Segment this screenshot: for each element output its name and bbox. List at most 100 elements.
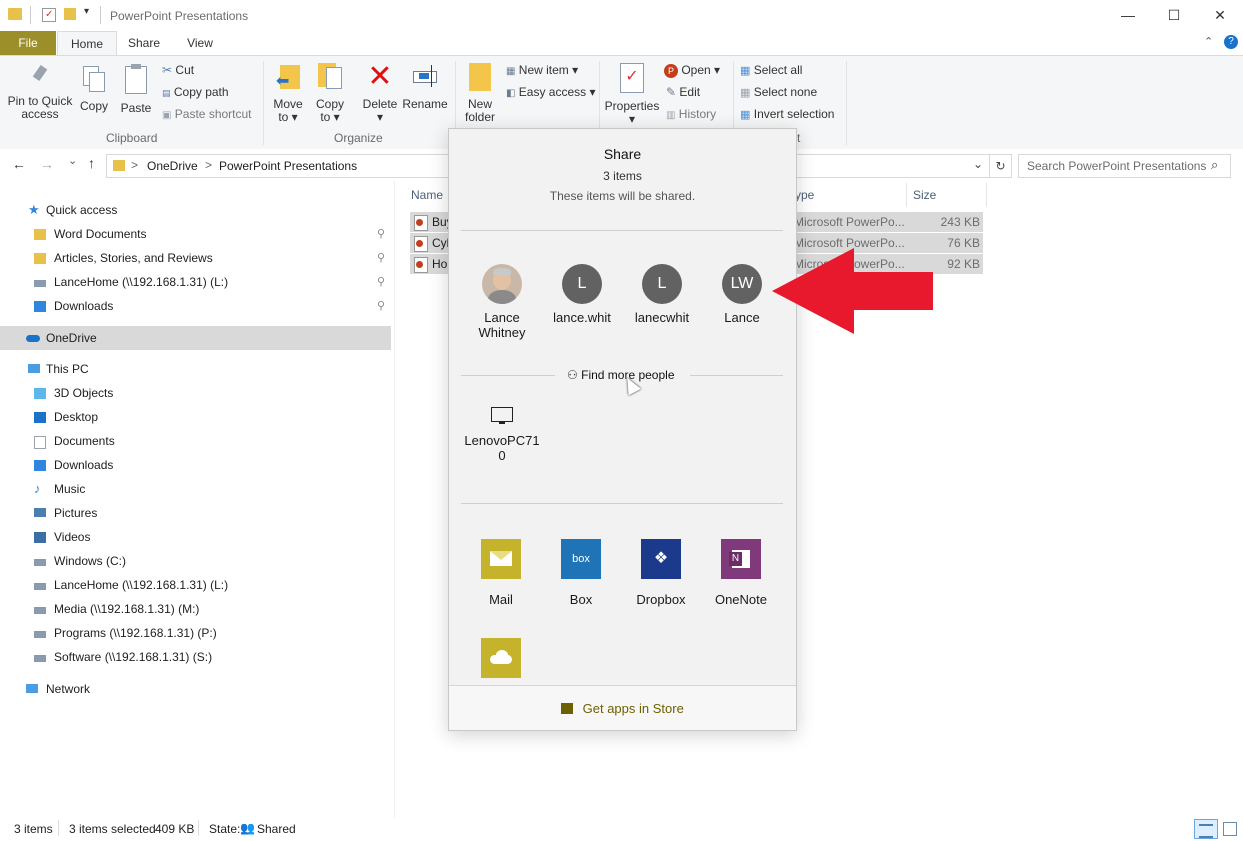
videos-icon xyxy=(34,532,46,543)
forward-button[interactable]: → xyxy=(40,156,54,172)
nav-music[interactable]: ♪ Music xyxy=(0,477,391,501)
onedrive-cloud-icon xyxy=(26,335,40,342)
nav-onedrive[interactable]: OneDrive xyxy=(0,326,391,350)
edit-button[interactable]: ✎ Edit xyxy=(666,82,700,102)
app-dropbox[interactable]: ❖ Dropbox xyxy=(621,539,701,607)
contact-lanecwhit[interactable]: L lanecwhit xyxy=(621,264,703,325)
search-icon: ⌕ xyxy=(1211,157,1219,172)
tab-file[interactable]: File xyxy=(0,31,56,55)
paste-shortcut-button[interactable]: ▣ Paste shortcut xyxy=(162,104,252,124)
nearby-device-lenovopc710[interactable]: LenovoPC71 0 xyxy=(461,407,543,463)
pictures-icon xyxy=(34,508,46,517)
minimize-button[interactable]: — xyxy=(1105,0,1151,31)
tab-share[interactable]: Share xyxy=(120,31,168,55)
cut-button[interactable]: ✂ Cut xyxy=(162,60,194,80)
customize-qat-icon[interactable]: ▾ xyxy=(84,6,89,17)
copy-path-button[interactable]: ▤ Copy path xyxy=(162,82,229,102)
pin-icon[interactable]: ⚲ xyxy=(377,222,385,246)
tab-view[interactable]: View xyxy=(178,31,222,55)
details-view-button[interactable] xyxy=(1194,819,1218,839)
recent-locations-button[interactable]: ⌄ xyxy=(68,154,77,167)
nav-word-documents[interactable]: Word Documents ⚲ xyxy=(0,222,391,246)
select-all-button[interactable]: ▦ Select all xyxy=(740,60,802,80)
folder-icon xyxy=(34,253,46,264)
search-input[interactable]: Search PowerPoint Presentations xyxy=(1027,159,1206,173)
maximize-button[interactable]: ☐ xyxy=(1151,0,1197,31)
pin-label-line2: access xyxy=(21,107,59,121)
app-onedrive[interactable] xyxy=(461,638,541,691)
rename-button[interactable]: Rename xyxy=(402,63,448,111)
open-button[interactable]: P Open ▾ xyxy=(664,60,720,80)
copy-to-button[interactable]: Copy to ▾ xyxy=(312,63,348,124)
divider xyxy=(30,6,31,24)
new-item-button[interactable]: ▦ New item ▾ xyxy=(506,60,578,80)
copy-path-label: Copy path xyxy=(173,85,229,99)
app-onenote[interactable]: N OneNote xyxy=(701,539,781,607)
column-header-size[interactable]: Size xyxy=(913,188,936,202)
paste-button[interactable]: Paste xyxy=(118,64,154,115)
tab-home[interactable]: Home xyxy=(57,31,117,56)
pin-quick-access-button[interactable]: Pin to Quick access xyxy=(4,64,76,121)
history-button[interactable]: ▥ History xyxy=(666,104,716,124)
up-button[interactable]: ↑ xyxy=(88,155,95,171)
nav-articles[interactable]: Articles, Stories, and Reviews ⚲ xyxy=(0,246,391,270)
copy-button[interactable]: Copy xyxy=(76,66,112,113)
new-folder-button[interactable]: New folder xyxy=(460,63,500,124)
invert-selection-button[interactable]: ▦ Invert selection xyxy=(740,104,834,124)
properties-quick-icon[interactable]: ✓ xyxy=(42,8,56,22)
nav-documents[interactable]: Documents xyxy=(0,429,391,453)
nav-downloads-qa[interactable]: Downloads ⚲ xyxy=(0,294,391,318)
pin-icon[interactable]: ⚲ xyxy=(377,246,385,270)
help-icon[interactable]: ? xyxy=(1224,35,1238,49)
nav-network[interactable]: Network xyxy=(0,677,391,701)
download-icon xyxy=(34,301,46,312)
contact-lance-whitney[interactable]: Lance Whitney xyxy=(461,264,543,340)
properties-dropdown-arrow: ▾ xyxy=(628,112,636,126)
easy-access-button[interactable]: ◧ Easy access ▾ xyxy=(506,82,596,102)
pin-icon[interactable]: ⚲ xyxy=(377,294,385,318)
back-button[interactable]: ← xyxy=(12,156,26,172)
move-to-button[interactable]: ⬅ Move to ▾ xyxy=(270,63,306,124)
expand-ribbon-icon[interactable]: ⌃ xyxy=(1204,35,1213,48)
get-apps-in-store-link[interactable]: Get apps in Store xyxy=(561,701,684,716)
app-box[interactable]: box Box xyxy=(541,539,621,607)
nav-downloads[interactable]: Downloads xyxy=(0,453,391,477)
address-dropdown-icon[interactable]: ⌄ xyxy=(973,157,983,171)
nav-label: Media (\\192.168.1.31) (M:) xyxy=(54,602,200,616)
breadcrumb-onedrive[interactable]: OneDrive xyxy=(147,159,198,173)
nav-this-pc[interactable]: This PC xyxy=(0,357,391,381)
red-arrow-annotation xyxy=(772,248,933,334)
nav-quick-access[interactable]: ★ Quick access xyxy=(0,198,391,222)
large-icons-view-button[interactable] xyxy=(1222,821,1237,836)
properties-icon: ✓ xyxy=(620,63,644,93)
refresh-button[interactable]: ↻ xyxy=(989,155,1011,177)
nav-pictures[interactable]: Pictures xyxy=(0,501,391,525)
nav-3d-objects[interactable]: 3D Objects xyxy=(0,381,391,405)
search-box[interactable]: Search PowerPoint Presentations ⌕ xyxy=(1018,154,1231,178)
share-item-count: 3 items xyxy=(603,169,642,183)
app-mail[interactable]: Mail xyxy=(461,539,541,607)
divider xyxy=(461,230,783,231)
properties-button[interactable]: ✓ Properties ▾ xyxy=(604,63,660,126)
breadcrumb-current[interactable]: PowerPoint Presentations xyxy=(219,159,357,173)
new-folder-quick-icon[interactable] xyxy=(64,8,76,20)
nav-label: LanceHome (\\192.168.1.31) (L:) xyxy=(54,275,229,289)
column-header-name[interactable]: Name xyxy=(411,188,443,202)
delete-button[interactable]: ✕ Delete ▾ xyxy=(360,62,400,124)
nav-windows-c[interactable]: Windows (C:) xyxy=(0,549,391,573)
select-none-button[interactable]: ▦ Select none xyxy=(740,82,817,102)
close-button[interactable]: ✕ xyxy=(1197,0,1243,31)
nav-media[interactable]: Media (\\192.168.1.31) (M:) xyxy=(0,597,391,621)
nav-videos[interactable]: Videos xyxy=(0,525,391,549)
file-size: 243 KB xyxy=(940,215,980,229)
nav-software[interactable]: Software (\\192.168.1.31) (S:) xyxy=(0,645,391,669)
contact-lance-whit[interactable]: L lance.whit xyxy=(541,264,623,325)
nav-programs[interactable]: Programs (\\192.168.1.31) (P:) xyxy=(0,621,391,645)
column-header-type[interactable]: ype xyxy=(795,188,814,202)
pin-icon[interactable]: ⚲ xyxy=(377,270,385,294)
nav-lancehome-qa[interactable]: LanceHome (\\192.168.1.31) (L:) ⚲ xyxy=(0,270,391,294)
contact-name-line2: Whitney xyxy=(478,325,526,340)
nav-desktop[interactable]: Desktop xyxy=(0,405,391,429)
nav-lancehome[interactable]: LanceHome (\\192.168.1.31) (L:) xyxy=(0,573,391,597)
file-type: Microsoft PowerPo... xyxy=(794,215,905,229)
